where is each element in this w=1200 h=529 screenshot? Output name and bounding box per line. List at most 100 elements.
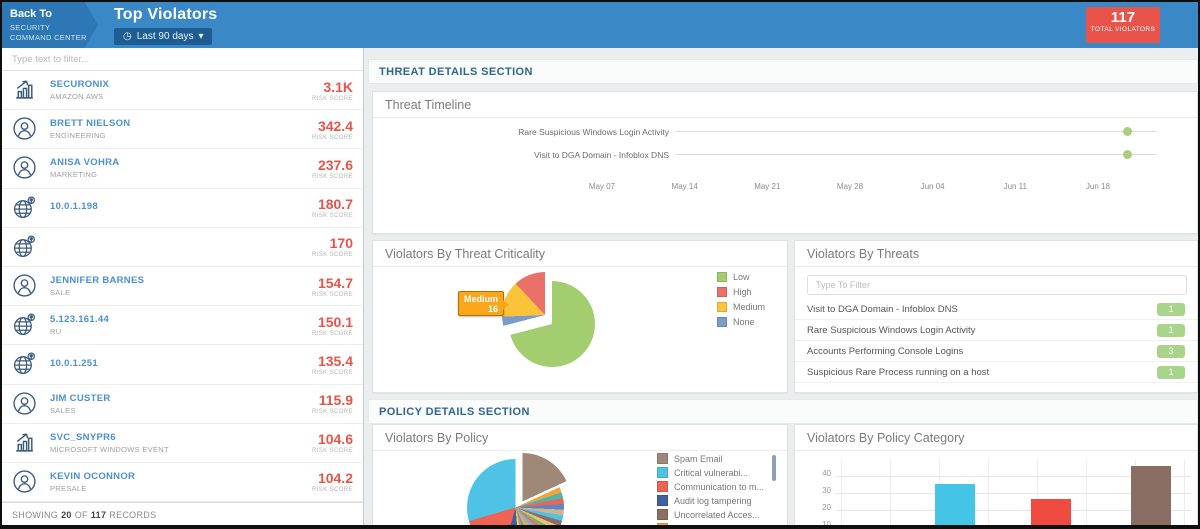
legend-label: High: [733, 287, 752, 297]
violator-name: 10.0.1.198: [50, 201, 98, 213]
risk-score-value: 3.1K: [323, 78, 353, 95]
threat-timeline-card: Threat Timeline Rare Suspicious Windows …: [372, 91, 1198, 234]
legend-swatch: [657, 523, 668, 525]
violator-department: RU: [50, 327, 62, 337]
violator-row[interactable]: 10.0.1.251 135.4 RISK SCORE: [2, 345, 363, 385]
sidebar-filter-input[interactable]: [2, 48, 363, 71]
timeline-event-dot[interactable]: [1123, 127, 1132, 136]
legend-item[interactable]: Interactive logon ...: [657, 523, 764, 529]
legend-item[interactable]: Audit log tampering: [657, 495, 764, 506]
legend-label: Low: [733, 272, 750, 282]
threat-timeline-title: Threat Timeline: [373, 92, 1197, 118]
legend-label: None: [733, 317, 755, 327]
legend-label: Spam Email: [674, 453, 723, 464]
violator-name: 10.0.1.251: [50, 357, 98, 369]
threat-count-badge: 1: [1157, 365, 1185, 379]
timeline-row-label: Rare Suspicious Windows Login Activity: [518, 126, 669, 137]
timeline-axis-tick: Jun 04: [920, 182, 945, 191]
bar[interactable]: [1131, 465, 1171, 525]
globe-icon: [12, 351, 44, 377]
violator-name: ANISA VOHRA: [50, 157, 120, 169]
threats-filter-input[interactable]: [807, 275, 1187, 295]
violator-row[interactable]: 10.0.1.198 180.7 RISK SCORE: [2, 189, 363, 228]
person-icon: [12, 391, 44, 417]
legend-scrollbar[interactable]: [772, 455, 776, 481]
y-axis-tick: 10: [822, 520, 831, 529]
risk-score-label: RISK SCORE: [311, 330, 353, 337]
violator-row[interactable]: 5.123.161.44 RU 150.1 RISK SCORE: [2, 306, 363, 346]
legend-label: Communication to m...: [674, 481, 765, 492]
risk-score-value: 180.7: [317, 196, 353, 213]
total-violators-label: TOTAL VIOLATORS: [1090, 26, 1156, 33]
violators-sidebar: SECURONIX AMAZON AWS 3.1K RISK SCORE: [2, 48, 364, 525]
policy-pie-chart: [467, 453, 571, 525]
threat-list-item[interactable]: Visit to DGA Domain - Infoblox DNS 1: [795, 299, 1197, 320]
legend-item[interactable]: Low: [717, 272, 765, 282]
globe-icon: [12, 234, 44, 260]
violator-row[interactable]: SECURONIX AMAZON AWS 3.1K RISK SCORE: [2, 71, 363, 111]
violator-row[interactable]: ANISA VOHRA MARKETING 237.6 RISK SCORE: [2, 149, 363, 189]
legend-item[interactable]: Medium: [717, 302, 765, 312]
legend-item[interactable]: Critical vulnerabi...: [657, 467, 764, 478]
legend-item[interactable]: Uncorrelated Acces...: [657, 509, 764, 520]
legend-swatch: [717, 317, 727, 327]
violator-row[interactable]: SVC_SNYPR6 MICROSOFT WINDOWS EVENT 104.6…: [2, 424, 363, 463]
risk-score-label: RISK SCORE: [311, 252, 353, 259]
violator-row[interactable]: 170 RISK SCORE: [2, 228, 363, 267]
person-icon: [12, 155, 44, 181]
y-axis-tick: 20: [822, 503, 831, 512]
risk-score-label: RISK SCORE: [311, 134, 353, 141]
pie-slice-low[interactable]: [509, 281, 595, 367]
legend-swatch: [657, 495, 668, 506]
risk-score-value: 154.7: [317, 274, 353, 291]
person-icon: [12, 469, 44, 495]
legend-swatch: [717, 272, 727, 282]
legend-item[interactable]: Communication to m...: [657, 481, 764, 492]
records-count: SHOWING 20 OF 117 RECORDS: [2, 502, 363, 525]
legend-swatch: [657, 509, 668, 520]
risk-score-value: 237.6: [317, 156, 353, 173]
top-header: Back To SECURITY COMMAND CENTER Top Viol…: [2, 2, 1198, 48]
main-content: THREAT DETAILS SECTION Threat Timeline R…: [364, 48, 1198, 529]
risk-score-value: 104.2: [317, 470, 353, 487]
risk-score-value: 342.4: [317, 117, 353, 134]
violator-row[interactable]: JIM CUSTER SALES 115.9 RISK SCORE: [2, 385, 363, 424]
chart-icon: [12, 77, 44, 103]
threat-criticality-card: Violators By Threat Criticality Medium 1…: [372, 240, 788, 393]
timeline-axis-tick: May 07: [588, 182, 616, 191]
threat-list-item[interactable]: Suspicious Rare Process running on a hos…: [795, 362, 1197, 383]
bar[interactable]: [935, 483, 975, 525]
threat-name: Accounts Performing Console Logins: [807, 345, 964, 357]
chart-icon: [12, 430, 44, 456]
legend-label: Critical vulnerabi...: [674, 467, 749, 478]
risk-score-label: RISK SCORE: [311, 213, 353, 220]
globe-icon: [12, 195, 44, 221]
legend-swatch: [717, 287, 727, 297]
legend-item[interactable]: High: [717, 287, 765, 297]
violator-department: ENGINEERING: [50, 131, 106, 141]
bar[interactable]: [1031, 498, 1071, 525]
risk-score-value: 170: [329, 235, 353, 252]
y-axis-tick: 40: [822, 469, 831, 478]
violator-name: 5.123.161.44: [50, 314, 110, 326]
legend-item[interactable]: Spam Email: [657, 453, 764, 464]
pie-slice-spam-email[interactable]: [474, 453, 571, 525]
threat-list-item[interactable]: Rare Suspicious Windows Login Activity 1: [795, 320, 1197, 341]
time-range-dropdown[interactable]: ◷ Last 90 days ▾: [114, 28, 213, 45]
timeline-row-label: Visit to DGA Domain - Infoblox DNS: [534, 149, 669, 160]
threat-list-item[interactable]: Accounts Performing Console Logins 3: [795, 341, 1197, 362]
violator-row[interactable]: BRETT NIELSON ENGINEERING 342.4 RISK SCO…: [2, 110, 363, 150]
violator-department: SALE: [50, 288, 71, 298]
legend-label: Interactive logon ...: [674, 523, 751, 529]
policy-category-plot: 40 30 20 10: [795, 425, 1197, 529]
violator-name: SECURONIX: [50, 79, 110, 91]
violator-department: MICROSOFT WINDOWS EVENT: [50, 444, 169, 454]
back-button[interactable]: Back To SECURITY COMMAND CENTER: [2, 2, 98, 48]
timeline-event-dot[interactable]: [1123, 150, 1132, 159]
violators-by-threats-card: Violators By Threats Visit to DGA Domain…: [794, 240, 1198, 393]
legend-item[interactable]: None: [717, 317, 765, 327]
timeline-axis-tick: May 21: [754, 182, 781, 191]
violator-row[interactable]: KEVIN OCONNOR PRESALE 104.2 RISK SCORE: [2, 463, 363, 503]
violator-row[interactable]: JENNIFER BARNES SALE 154.7 RISK SCORE: [2, 267, 363, 307]
violator-name: JENNIFER BARNES: [50, 275, 145, 287]
